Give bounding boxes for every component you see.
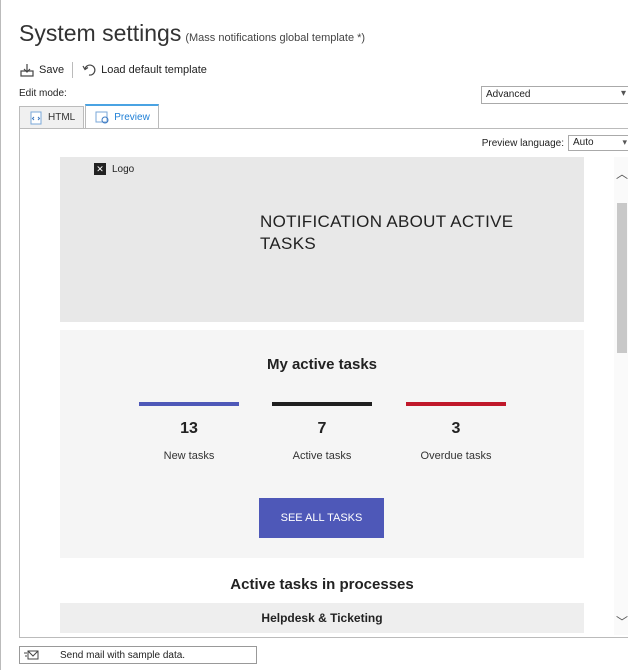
preview-language-select[interactable]: Auto ▾ (568, 135, 628, 151)
logo-text: Logo (112, 163, 135, 175)
broken-image-icon: ✕ (94, 163, 106, 175)
tab-preview-label: Preview (114, 111, 150, 123)
stat-bar (406, 402, 506, 406)
chevron-down-icon: ▾ (622, 137, 627, 147)
save-button-label: Save (39, 64, 65, 76)
chevron-up-icon[interactable]: ︿ (614, 165, 628, 183)
chevron-down-icon[interactable]: ﹀ (614, 613, 628, 631)
my-active-tasks-section: My active tasks 13 New tasks 7 Active ta… (60, 330, 584, 558)
send-mail-button[interactable]: Send mail with sample data. (19, 646, 257, 664)
preview-icon (95, 111, 109, 124)
page-subtitle: (Mass notifications global template *) (185, 32, 366, 44)
email-header: ✕ Logo NOTIFICATION ABOUT ACTIVE TASKS (60, 157, 584, 322)
preview-language: Preview language: Auto ▾ (482, 135, 628, 151)
stat-overdue-tasks: 3 Overdue tasks (406, 402, 506, 462)
stat-bar (139, 402, 239, 406)
edit-mode-label: Edit mode: (19, 88, 67, 99)
page-title-text: System settings (19, 20, 182, 46)
stat-new-tasks: 13 New tasks (139, 402, 239, 462)
section-title: My active tasks (266, 356, 378, 373)
email-preview-viewport: ✕ Logo NOTIFICATION ABOUT ACTIVE TASKS M… (22, 157, 628, 635)
save-icon (20, 64, 34, 77)
tab-html-label: HTML (48, 112, 76, 123)
email-template: ✕ Logo NOTIFICATION ABOUT ACTIVE TASKS M… (60, 157, 584, 633)
edit-mode-select[interactable]: Advanced ▾ (481, 86, 628, 104)
send-mail-label: Send mail with sample data. (60, 649, 186, 661)
stat-label: Active tasks (292, 450, 352, 462)
stat-value: 13 (180, 420, 198, 437)
stat-label: Overdue tasks (420, 450, 492, 462)
edit-mode-value: Advanced (486, 89, 531, 100)
chevron-down-icon: ▾ (620, 88, 626, 99)
editor-tabs: HTML Preview (19, 104, 160, 128)
html-file-icon (30, 111, 42, 124)
load-default-template-label: Load default template (101, 64, 207, 76)
load-default-template-button[interactable]: Load default template (77, 62, 211, 78)
save-button[interactable]: Save (15, 62, 68, 78)
tab-preview[interactable]: Preview (85, 104, 159, 128)
stat-label: New tasks (163, 450, 215, 462)
stat-value: 3 (451, 420, 461, 437)
scrollbar-thumb[interactable] (617, 203, 627, 353)
email-heading: NOTIFICATION ABOUT ACTIVE TASKS (260, 212, 514, 253)
settings-window: System settings (Mass notifications globa… (0, 0, 628, 670)
toolbar: Save Load default template (15, 60, 211, 80)
process-row: Helpdesk & Ticketing (60, 603, 584, 633)
preview-panel: Preview language: Auto ▾ ✕ Logo NOTIFICA… (19, 128, 628, 638)
page-title: System settings (Mass notifications globa… (19, 20, 365, 47)
toolbar-divider (72, 62, 74, 78)
vertical-scrollbar[interactable]: ︿ ﹀ (614, 157, 628, 635)
see-all-tasks-button[interactable]: SEE ALL TASKS (259, 498, 384, 538)
undo-icon (82, 64, 96, 76)
preview-language-label: Preview language: (481, 137, 564, 149)
preview-language-value: Auto (573, 137, 594, 148)
processes-title: Active tasks in processes (230, 576, 414, 593)
mail-icon (24, 650, 39, 660)
tab-html[interactable]: HTML (19, 106, 85, 128)
stat-active-tasks: 7 Active tasks (272, 402, 372, 462)
logo: ✕ Logo (94, 163, 134, 175)
stat-bar (272, 402, 372, 406)
stat-value: 7 (317, 420, 327, 437)
